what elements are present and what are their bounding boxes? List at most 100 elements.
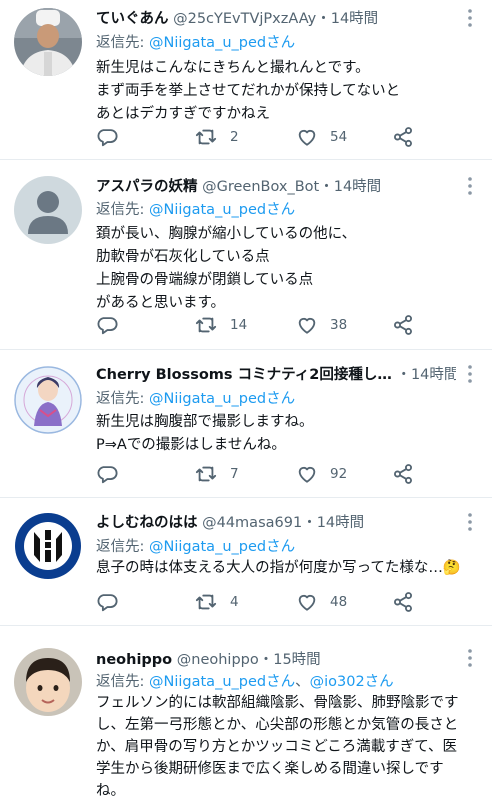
- more-options-icon[interactable]: [466, 648, 474, 668]
- reply-to-link[interactable]: @Niigata_u_pedさん: [149, 202, 295, 218]
- like-button[interactable]: 38: [296, 313, 347, 337]
- avatar[interactable]: [14, 648, 82, 716]
- reply-prefix: 返信先:: [96, 539, 149, 555]
- timestamp[interactable]: 14時間: [411, 367, 456, 383]
- tweet-header: neohippo @neohippo・15時間: [96, 648, 456, 670]
- tweet-3[interactable]: Cherry Blossoms コミナティ2回接種し… ・14時間 返信先: @…: [0, 350, 492, 498]
- reply-prefix: 返信先:: [96, 674, 149, 690]
- display-name[interactable]: neohippo: [96, 652, 172, 668]
- reply-icon: [97, 317, 118, 335]
- avatar[interactable]: [14, 8, 82, 76]
- like-button[interactable]: 92: [296, 462, 347, 486]
- action-bar: 7 92: [96, 462, 432, 486]
- tweet-1[interactable]: ていぐあん @25cYEvTVjPxzAAy・14時間 返信先: @Niigat…: [0, 0, 492, 160]
- retweet-count: 2: [230, 129, 239, 145]
- tweet-text-line: 上腕骨の骨端線が閉鎖している点: [96, 272, 314, 288]
- retweet-count: 4: [230, 594, 239, 610]
- reply-to-line: 返信先: @Niigata_u_pedさん: [96, 535, 295, 556]
- tweet-text-line: P⇒Aでの撮影はしませんね。: [96, 437, 286, 453]
- tweet-4[interactable]: よしむねのはは @44masa691・14時間 返信先: @Niigata_u_…: [0, 498, 492, 626]
- action-bar: 14 38: [96, 313, 432, 337]
- reply-button[interactable]: [96, 462, 118, 486]
- avatar[interactable]: [14, 366, 82, 434]
- reply-icon: [97, 466, 118, 484]
- separator: ・: [319, 179, 334, 195]
- tweet-header: よしむねのはは @44masa691・14時間: [96, 511, 456, 533]
- retweet-count: 14: [230, 317, 248, 333]
- reply-icon: [97, 594, 118, 612]
- reply-button[interactable]: [96, 590, 118, 614]
- tweet-text-line: あとはデカすぎですかねえ: [96, 106, 270, 122]
- user-handle[interactable]: @25cYEvTVjPxzAAy: [173, 11, 316, 27]
- like-button[interactable]: 54: [296, 125, 347, 149]
- tweet-text: 新生児はこんなにきちんと撮れんとです。 まず両手を挙上させてだれかが保持してない…: [96, 57, 482, 126]
- tweet-header: Cherry Blossoms コミナティ2回接種し… ・14時間: [96, 363, 456, 385]
- display-name[interactable]: ていぐあん: [96, 11, 169, 27]
- reply-to-line: 返信先: @Niigata_u_pedさん: [96, 31, 295, 52]
- share-button[interactable]: [392, 462, 414, 486]
- like-button[interactable]: 48: [296, 590, 347, 614]
- reply-to-link[interactable]: @Niigata_u_pedさん: [149, 539, 295, 555]
- share-icon: [394, 592, 412, 612]
- tweet-text: 新生児は胸腹部で撮影しますね。 P⇒Aでの撮影はしませんね。: [96, 411, 482, 457]
- timestamp[interactable]: 14時間: [334, 179, 381, 195]
- timestamp[interactable]: 14時間: [331, 11, 378, 27]
- tweet-text-line: があると思います。: [96, 295, 226, 311]
- tweet-2[interactable]: アスパラの妖精 @GreenBox_Bot・14時間 返信先: @Niigata…: [0, 160, 492, 350]
- retweet-icon: [195, 317, 217, 333]
- more-options-icon[interactable]: [466, 364, 474, 384]
- tweet-text-line: まず両手を挙上させてだれかが保持してないと: [96, 83, 401, 99]
- reply-button[interactable]: [96, 125, 118, 149]
- user-handle[interactable]: @neohippo: [177, 652, 259, 668]
- reply-to-link[interactable]: @Niigata_u_pedさん: [149, 674, 295, 690]
- reply-to-link-2[interactable]: @io302さん: [310, 674, 394, 690]
- more-options-icon[interactable]: [466, 8, 474, 28]
- retweet-button[interactable]: 4: [194, 590, 239, 614]
- reply-joiner: 、: [295, 674, 310, 690]
- share-button[interactable]: [392, 590, 414, 614]
- like-count: 54: [330, 129, 348, 145]
- avatar[interactable]: [14, 512, 82, 580]
- like-icon: [298, 129, 316, 146]
- tweet-5[interactable]: neohippo @neohippo・15時間 返信先: @Niigata_u_…: [0, 626, 492, 800]
- retweet-button[interactable]: 14: [194, 313, 247, 337]
- user-handle[interactable]: @GreenBox_Bot: [202, 179, 319, 195]
- like-icon: [298, 317, 316, 334]
- retweet-count: 7: [230, 466, 239, 482]
- tweet-text-line: か、肩甲骨の写り方とかツッコミどころ満載すぎて、医: [96, 739, 458, 755]
- display-name[interactable]: よしむねのはは: [96, 515, 198, 531]
- separator: ・: [302, 515, 317, 531]
- timestamp[interactable]: 14時間: [317, 515, 364, 531]
- reply-to-link[interactable]: @Niigata_u_pedさん: [149, 35, 295, 51]
- share-button[interactable]: [392, 313, 414, 337]
- retweet-button[interactable]: 7: [194, 462, 239, 486]
- tweet-text: フェルソン的には軟部組織陰影、骨陰影、肺野陰影です し、左第一弓形態とか、心尖部…: [96, 692, 482, 802]
- reply-button[interactable]: [96, 313, 118, 337]
- share-button[interactable]: [392, 125, 414, 149]
- reply-to-link[interactable]: @Niigata_u_pedさん: [149, 391, 295, 407]
- more-options-icon[interactable]: [466, 512, 474, 532]
- share-icon: [394, 464, 412, 484]
- avatar[interactable]: [14, 176, 82, 244]
- reply-prefix: 返信先:: [96, 202, 149, 218]
- tweet-text-line: 新生児は胸腹部で撮影しますね。: [96, 414, 314, 430]
- tweet-header: アスパラの妖精 @GreenBox_Bot・14時間: [96, 175, 456, 197]
- like-count: 48: [330, 594, 348, 610]
- separator: ・: [316, 11, 331, 27]
- retweet-button[interactable]: 2: [194, 125, 239, 149]
- share-icon: [394, 127, 412, 147]
- tweet-header: ていぐあん @25cYEvTVjPxzAAy・14時間: [96, 7, 456, 29]
- display-name[interactable]: アスパラの妖精: [96, 179, 198, 195]
- more-options-icon[interactable]: [466, 176, 474, 196]
- tweet-text-line: フェルソン的には軟部組織陰影、骨陰影、肺野陰影です: [96, 695, 459, 711]
- separator: ・: [258, 652, 274, 668]
- user-handle[interactable]: @44masa691: [202, 515, 302, 531]
- like-icon: [298, 466, 316, 483]
- tweet-text-line: 息子の時は体支える大人の指が何度か写ってた様な…🤔: [96, 560, 461, 576]
- timestamp[interactable]: 15時間: [273, 652, 320, 668]
- tweet-text-line: 学生から後期研修医まで広く楽しめる間違い探しです: [96, 761, 444, 777]
- tweet-text: 息子の時は体支える大人の指が何度か写ってた様な…🤔: [96, 557, 482, 580]
- reply-to-line: 返信先: @Niigata_u_pedさん: [96, 387, 295, 408]
- tweet-text-line: ね。: [96, 783, 125, 799]
- display-name[interactable]: Cherry Blossoms コミナティ2回接種し…: [96, 367, 392, 383]
